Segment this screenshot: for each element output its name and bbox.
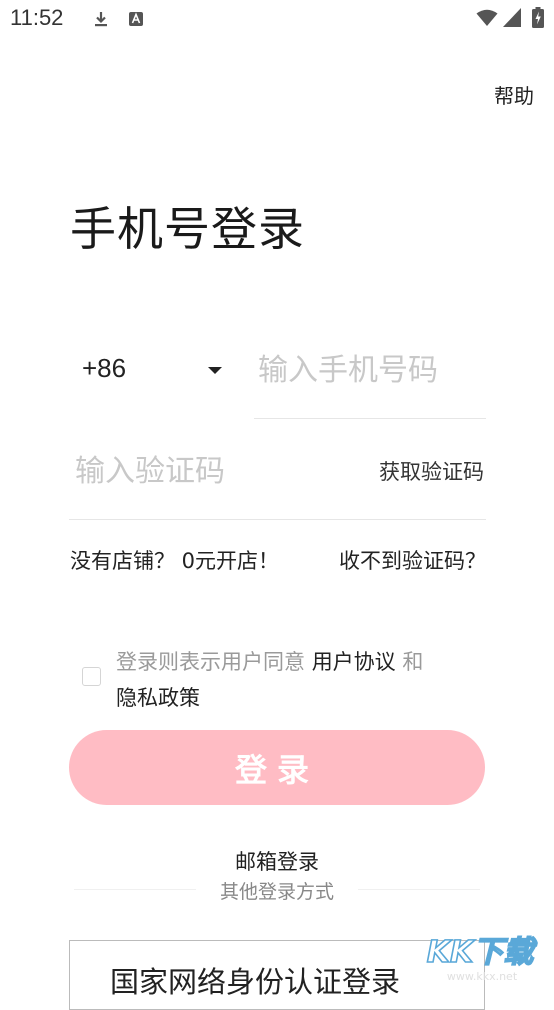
login-button[interactable]: 登录 [69,730,485,805]
get-code-button[interactable]: 获取验证码 [379,456,484,486]
help-link[interactable]: 帮助 [494,80,534,109]
status-time: 11:52 [10,5,64,30]
signal-icon [503,8,521,27]
download-icon [95,12,107,27]
watermark-domain: www.kkx.net [447,970,518,983]
phone-input-underline [254,418,486,419]
other-login-label: 其他登录方式 [219,881,334,903]
open-shop-link[interactable]: 没有店铺？ 0元开店！ [70,545,279,575]
privacy-policy-link[interactable]: 隐私政策 [116,686,200,710]
divider-right [358,889,480,890]
email-login-link[interactable]: 邮箱登录 [0,846,554,876]
watermark-brand: KK下载 [427,935,537,970]
verification-code-input[interactable] [75,445,335,497]
chevron-down-icon[interactable] [208,367,222,374]
phone-input[interactable] [258,344,484,396]
battery-charging-icon [532,7,544,28]
agreement-checkbox[interactable] [82,667,101,686]
agreement-prefix: 登录则表示用户同意 [116,650,312,674]
page-title: 手机号登录 [70,202,305,256]
wifi-icon [476,9,498,26]
keyboard-a-icon [129,12,143,26]
code-input-underline [69,519,486,520]
user-agreement-link[interactable]: 用户协议 [312,650,396,674]
no-code-help-link[interactable]: 收不到验证码？ [339,545,486,575]
agreement-text: 登录则表示用户同意 用户协议 和 隐私政策 [116,644,496,716]
country-code-select[interactable]: +86 [82,353,126,384]
kk-download-watermark-logo: KK下载 www.kkx.net [426,934,538,983]
agreement-and: 和 [395,650,424,674]
